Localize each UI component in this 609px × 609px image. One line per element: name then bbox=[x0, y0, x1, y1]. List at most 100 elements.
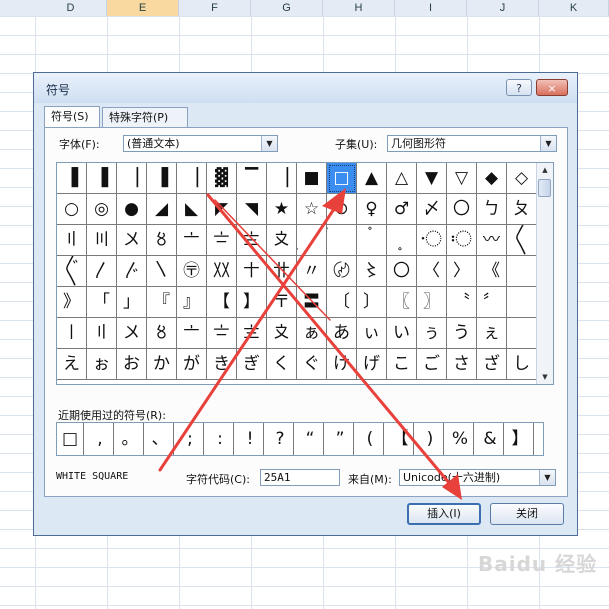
symbol-cell[interactable]: ▼ bbox=[417, 163, 447, 194]
symbol-cell[interactable]: ◎ bbox=[87, 194, 117, 225]
column-header-e[interactable]: E bbox=[107, 0, 179, 16]
symbol-cell[interactable]: 〒 bbox=[267, 287, 297, 318]
symbol-cell[interactable]: し bbox=[507, 349, 537, 380]
symbol-cell[interactable]: 〖 bbox=[387, 287, 417, 318]
char-code-input[interactable]: 25A1 bbox=[260, 469, 340, 486]
symbol-cell[interactable]: 〷 bbox=[207, 256, 237, 287]
symbol-cell[interactable]: 〯 bbox=[447, 225, 477, 256]
symbol-cell[interactable]: 〱 bbox=[507, 225, 537, 256]
symbol-cell[interactable]: 〸 bbox=[237, 256, 267, 287]
recent-symbol-cell[interactable]: 。 bbox=[117, 423, 144, 455]
symbol-cell[interactable]: ▕ bbox=[117, 163, 147, 194]
column-header-g[interactable]: G bbox=[251, 0, 323, 16]
symbol-cell[interactable]: ぅ bbox=[417, 318, 447, 349]
symbol-cell[interactable]: ぁ bbox=[297, 318, 327, 349]
symbol-cell[interactable]: ご bbox=[417, 349, 447, 380]
symbol-cell[interactable]: 「 bbox=[87, 287, 117, 318]
symbol-cell[interactable]: 〩 bbox=[267, 318, 297, 349]
symbol-cell[interactable]: ▲ bbox=[357, 163, 387, 194]
symbol-cell[interactable]: ぎ bbox=[237, 349, 267, 380]
symbol-cell[interactable]: 〪 bbox=[297, 225, 327, 256]
symbol-cell[interactable]: 〢 bbox=[57, 225, 87, 256]
symbol-cell[interactable] bbox=[507, 318, 537, 349]
close-button[interactable]: 关闭 bbox=[490, 503, 564, 525]
symbol-cell[interactable]: う bbox=[447, 318, 477, 349]
symbol-cell[interactable]: 〥 bbox=[147, 318, 177, 349]
insert-button[interactable]: 插入(I) bbox=[407, 503, 481, 525]
symbol-cell[interactable]: い bbox=[387, 318, 417, 349]
symbol-cell[interactable]: 〳 bbox=[87, 256, 117, 287]
symbol-cell[interactable]: 】 bbox=[237, 287, 267, 318]
symbol-cell[interactable]: ◆ bbox=[477, 163, 507, 194]
symbol-cell[interactable]: 〵 bbox=[147, 256, 177, 287]
symbol-cell[interactable]: 〤 bbox=[117, 225, 147, 256]
symbol-cell[interactable]: 【 bbox=[207, 287, 237, 318]
symbol-cell[interactable]: ♀ bbox=[357, 194, 387, 225]
symbol-cell[interactable]: こ bbox=[387, 349, 417, 380]
symbol-cell[interactable]: △ bbox=[387, 163, 417, 194]
symbol-cell[interactable]: ☆ bbox=[297, 194, 327, 225]
symbol-cell[interactable]: 〩 bbox=[267, 225, 297, 256]
symbol-cell[interactable]: 〇 bbox=[387, 256, 417, 287]
symbol-cell[interactable]: ◢ bbox=[147, 194, 177, 225]
symbol-cell[interactable]: 〨 bbox=[237, 225, 267, 256]
scroll-up-icon[interactable]: ▲ bbox=[537, 163, 553, 177]
symbol-cell[interactable] bbox=[507, 287, 537, 318]
symbol-cell[interactable]: ぉ bbox=[87, 349, 117, 380]
symbol-cell[interactable]: ぇ bbox=[477, 318, 507, 349]
symbol-cell[interactable]: ⊙ bbox=[327, 194, 357, 225]
recent-symbol-cell[interactable]: ” bbox=[327, 423, 354, 455]
column-header-j[interactable]: J bbox=[467, 0, 539, 16]
recent-symbol-cell[interactable]: ; bbox=[177, 423, 204, 455]
symbol-cell[interactable]: ▐ bbox=[147, 163, 177, 194]
symbol-cell[interactable]: あ bbox=[327, 318, 357, 349]
symbol-cell[interactable]: 〇 bbox=[447, 194, 477, 225]
column-header-h[interactable]: H bbox=[323, 0, 395, 16]
symbol-cell[interactable]: 〝 bbox=[447, 287, 477, 318]
symbol-cell[interactable]: 〔 bbox=[327, 287, 357, 318]
symbol-cell[interactable]: 〗 bbox=[417, 287, 447, 318]
symbol-cell[interactable]: ◥ bbox=[237, 194, 267, 225]
symbol-cell[interactable]: 〬 bbox=[357, 225, 387, 256]
symbol-cell[interactable]: ★ bbox=[267, 194, 297, 225]
recent-symbol-cell[interactable]: % bbox=[447, 423, 474, 455]
symbol-cell[interactable]: え bbox=[57, 349, 87, 380]
symbol-cell[interactable]: ◣ bbox=[177, 194, 207, 225]
symbol-cell[interactable]: 〧 bbox=[207, 318, 237, 349]
symbol-cell[interactable]: ▕ bbox=[267, 163, 297, 194]
symbol-grid-scrollbar[interactable]: ▲ ▼ bbox=[536, 163, 553, 384]
symbol-cell[interactable]: 〕 bbox=[357, 287, 387, 318]
symbol-cell[interactable]: 〻 bbox=[357, 256, 387, 287]
recent-symbol-cell[interactable]: 【 bbox=[387, 423, 414, 455]
symbol-cell[interactable]: ■ bbox=[297, 163, 327, 194]
symbol-cell[interactable]: け bbox=[327, 349, 357, 380]
symbol-cell[interactable]: 《 bbox=[477, 256, 507, 287]
symbol-cell[interactable]: 〈 bbox=[417, 256, 447, 287]
column-header-f[interactable]: F bbox=[179, 0, 251, 16]
recent-symbol-cell[interactable]: , bbox=[87, 423, 114, 455]
symbol-cell[interactable]: 〆 bbox=[417, 194, 447, 225]
recent-symbol-cell[interactable]: ( bbox=[357, 423, 384, 455]
symbol-cell[interactable]: 〣 bbox=[87, 225, 117, 256]
symbol-cell[interactable]: 〭 bbox=[387, 225, 417, 256]
symbol-cell[interactable]: ● bbox=[117, 194, 147, 225]
symbol-cell[interactable]: 〶 bbox=[177, 256, 207, 287]
symbol-cell[interactable]: 〞 bbox=[477, 287, 507, 318]
symbol-cell[interactable]: ㄆ bbox=[507, 194, 537, 225]
symbol-cell[interactable]: 『 bbox=[147, 287, 177, 318]
symbol-cell[interactable]: ○ bbox=[57, 194, 87, 225]
symbol-cell[interactable]: 〃 bbox=[297, 256, 327, 287]
symbol-cell[interactable]: さ bbox=[447, 349, 477, 380]
symbol-cell[interactable]: 〹 bbox=[267, 256, 297, 287]
symbol-cell[interactable]: 〮 bbox=[417, 225, 447, 256]
dialog-titlebar[interactable]: 符号 ? × bbox=[34, 73, 577, 103]
close-window-button[interactable]: × bbox=[536, 79, 568, 96]
column-header-k[interactable]: K bbox=[539, 0, 609, 16]
symbol-cell[interactable]: 〄 bbox=[327, 256, 357, 287]
recent-symbol-cell[interactable]: 】 bbox=[507, 423, 534, 455]
symbol-cell[interactable]: く bbox=[267, 349, 297, 380]
symbol-cell[interactable]: か bbox=[147, 349, 177, 380]
symbol-cell[interactable]: 〢 bbox=[87, 318, 117, 349]
recent-symbol-cell[interactable]: ? bbox=[267, 423, 294, 455]
symbol-cell[interactable]: 〓 bbox=[297, 287, 327, 318]
